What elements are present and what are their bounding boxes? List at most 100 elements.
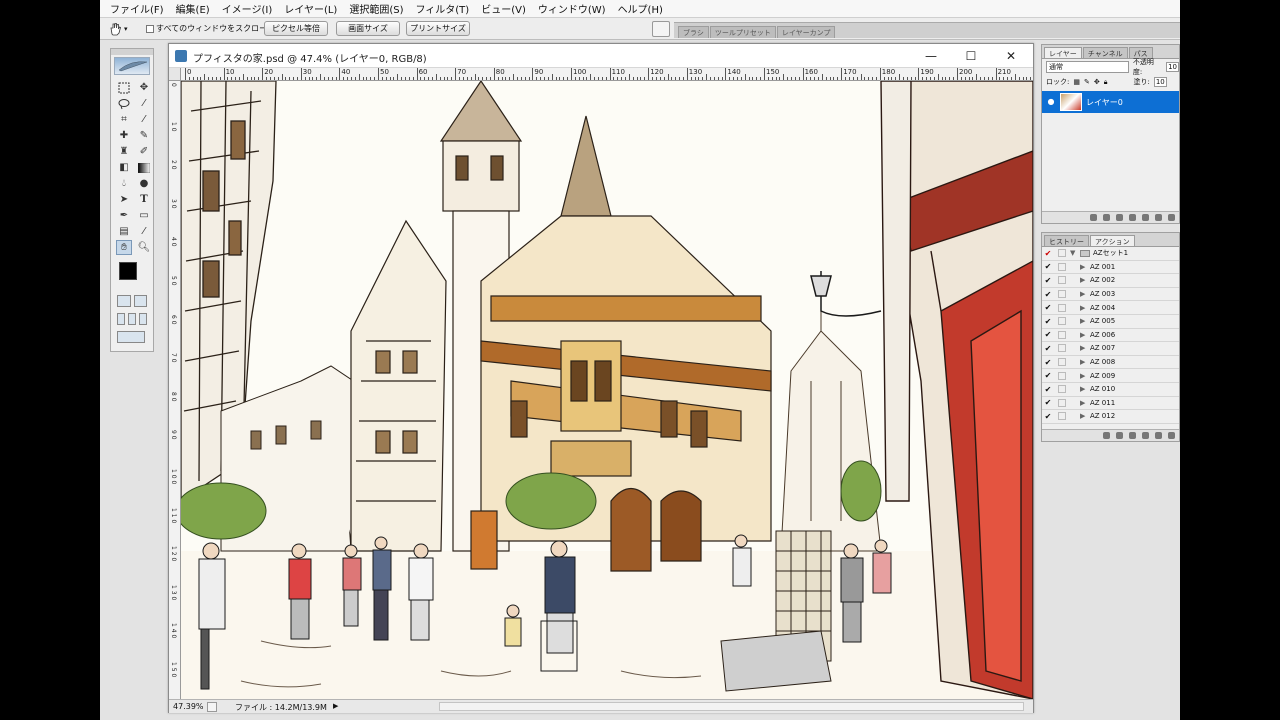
collapsed-triangle-icon[interactable]: ▶ xyxy=(1080,304,1090,312)
dialog-toggle-icon[interactable] xyxy=(1058,371,1066,380)
document-title-bar[interactable]: プフィスタの家.psd @ 47.4% (レイヤー0, RGB/8) — ☐ ✕ xyxy=(169,44,1033,68)
action-row[interactable]: ✔ ▶ AZ 003 xyxy=(1042,288,1179,302)
eraser-tool-icon[interactable]: ◧ xyxy=(116,160,132,175)
crop-tool-icon[interactable]: ⌗ xyxy=(116,112,132,127)
check-icon[interactable]: ✔ xyxy=(1042,303,1054,312)
menu-item[interactable]: ヘルプ(H) xyxy=(612,1,669,16)
pen-tool-icon[interactable]: ✒ xyxy=(116,208,132,223)
tab-actions[interactable]: アクション xyxy=(1090,235,1135,246)
tools-panel-header[interactable] xyxy=(111,49,153,55)
layer-row[interactable]: ● レイヤー0 xyxy=(1042,91,1179,113)
blur-tool-icon[interactable]: 💧︎ xyxy=(116,176,132,191)
collapsed-triangle-icon[interactable]: ▶ xyxy=(1080,263,1090,271)
check-icon[interactable]: ✔ xyxy=(1042,330,1054,339)
clone-stamp-tool-icon[interactable]: ♜ xyxy=(116,144,132,159)
dialog-toggle-icon[interactable] xyxy=(1058,276,1066,285)
horizontal-ruler[interactable]: 0 10 20 30 40 50 60 70 80 90 100 110 120 130 140 150 160… xyxy=(181,68,1033,81)
dialog-toggle-icon[interactable] xyxy=(1058,290,1066,299)
dock-tab-tool-presets[interactable]: ツールプリセット xyxy=(709,26,776,38)
menu-item[interactable]: 選択範囲(S) xyxy=(343,1,409,16)
quick-mask-mode-icon[interactable] xyxy=(133,295,147,307)
collapsed-triangle-icon[interactable]: ▶ xyxy=(1080,276,1090,284)
eyedropper-tool-icon[interactable]: ⁄ xyxy=(136,224,152,239)
close-icon[interactable]: ✕ xyxy=(999,48,1023,64)
dialog-toggle-icon[interactable] xyxy=(1058,385,1066,394)
type-tool-icon[interactable]: T xyxy=(136,192,152,207)
horizontal-scrollbar[interactable] xyxy=(439,702,1024,711)
menu-item[interactable]: ウィンドウ(W) xyxy=(532,1,612,16)
print-size-button[interactable]: プリントサイズ xyxy=(406,21,470,36)
shape-tool-icon[interactable]: ▭ xyxy=(136,208,152,223)
dock-tab-layer-comps[interactable]: レイヤーカンプ xyxy=(776,26,836,38)
dock-tab-brushes[interactable]: ブラシ xyxy=(678,26,709,38)
layer-mask-icon[interactable] xyxy=(1116,214,1123,221)
check-icon[interactable]: ✔ xyxy=(1042,412,1054,421)
actual-pixels-button[interactable]: ピクセル等倍 xyxy=(264,21,328,36)
menu-item[interactable]: ビュー(V) xyxy=(475,1,532,16)
new-group-icon[interactable] xyxy=(1142,214,1149,221)
check-icon[interactable]: ✔ xyxy=(1042,317,1054,326)
menu-item[interactable]: フィルタ(T) xyxy=(409,1,475,16)
stop-icon[interactable] xyxy=(1103,432,1110,439)
dialog-toggle-icon[interactable] xyxy=(1058,330,1066,339)
action-row[interactable]: ✔ ▶ AZ 011 xyxy=(1042,397,1179,411)
path-selection-tool-icon[interactable]: ➤ xyxy=(116,192,132,207)
action-row[interactable]: ✔ ▶ AZ 010 xyxy=(1042,383,1179,397)
zoom-tool-icon[interactable]: 🔍︎ xyxy=(136,240,152,255)
play-icon[interactable] xyxy=(1129,432,1136,439)
screen-mode-menubar-icon[interactable] xyxy=(128,313,136,325)
dialog-toggle-icon[interactable] xyxy=(1058,317,1066,326)
trash-icon[interactable] xyxy=(1168,432,1175,439)
photoshop-feather-logo[interactable] xyxy=(114,57,150,75)
screen-mode-full-icon[interactable] xyxy=(139,313,147,325)
action-row[interactable]: ✔ ▶ AZ 007 xyxy=(1042,342,1179,356)
dialog-toggle-icon[interactable] xyxy=(1058,262,1066,271)
fill-field[interactable]: 10 xyxy=(1153,77,1167,87)
check-icon[interactable]: ✔ xyxy=(1042,371,1054,380)
zoom-level[interactable]: 47.39% xyxy=(173,702,204,711)
action-row[interactable]: ✔ ▶ AZ 012 xyxy=(1042,410,1179,424)
palette-well-icon[interactable] xyxy=(652,21,670,37)
menu-item[interactable]: イメージ(I) xyxy=(216,1,279,16)
link-layers-icon[interactable] xyxy=(1090,214,1097,221)
gradient-tool-icon[interactable] xyxy=(136,160,152,175)
lock-image-icon[interactable]: ✎ xyxy=(1084,78,1090,86)
collapsed-triangle-icon[interactable]: ▶ xyxy=(1080,331,1090,339)
check-icon[interactable]: ✔ xyxy=(1042,262,1054,271)
menu-item[interactable]: 編集(E) xyxy=(170,1,216,16)
record-icon[interactable] xyxy=(1116,432,1123,439)
adjustment-layer-icon[interactable] xyxy=(1129,214,1136,221)
dialog-toggle-icon[interactable] xyxy=(1058,358,1066,367)
menu-item[interactable]: ファイル(F) xyxy=(104,1,170,16)
new-action-icon[interactable] xyxy=(1155,432,1162,439)
check-icon[interactable]: ✔ xyxy=(1042,344,1054,353)
action-row[interactable]: ✔ ▶ AZ 004 xyxy=(1042,301,1179,315)
action-row[interactable]: ✔ ▶ AZ 009 xyxy=(1042,369,1179,383)
expanded-triangle-icon[interactable]: ▼ xyxy=(1070,249,1080,257)
check-icon[interactable]: ✔ xyxy=(1042,358,1054,367)
eye-icon[interactable]: ● xyxy=(1046,97,1056,107)
opacity-field[interactable]: 10 xyxy=(1166,62,1179,72)
action-row[interactable]: ✔ ▶ AZ 006 xyxy=(1042,329,1179,343)
collapsed-triangle-icon[interactable]: ▶ xyxy=(1080,317,1090,325)
tab-channels[interactable]: チャンネル xyxy=(1082,47,1128,58)
lock-position-icon[interactable]: ✥ xyxy=(1094,78,1100,86)
check-icon[interactable]: ✔ xyxy=(1042,398,1054,407)
check-icon[interactable]: ✔ xyxy=(1042,249,1054,258)
lock-all-icon[interactable]: 🔒︎ xyxy=(1104,78,1108,87)
collapsed-triangle-icon[interactable]: ▶ xyxy=(1080,385,1090,393)
history-brush-tool-icon[interactable]: ✐ xyxy=(136,144,152,159)
foreground-color-swatch[interactable] xyxy=(119,262,137,280)
collapsed-triangle-icon[interactable]: ▶ xyxy=(1080,290,1090,298)
checkbox-box[interactable] xyxy=(146,24,154,33)
maximize-icon[interactable]: ☐ xyxy=(959,48,983,64)
collapsed-triangle-icon[interactable]: ▶ xyxy=(1080,344,1090,352)
action-row[interactable]: ✔ ▶ AZ 001 xyxy=(1042,261,1179,275)
action-row[interactable]: ✔ ▶ AZ 002 xyxy=(1042,274,1179,288)
fit-screen-button[interactable]: 画面サイズ xyxy=(336,21,400,36)
tab-layers[interactable]: レイヤー xyxy=(1044,47,1082,58)
check-icon[interactable]: ✔ xyxy=(1042,290,1054,299)
check-icon[interactable]: ✔ xyxy=(1042,385,1054,394)
image-canvas[interactable] xyxy=(181,81,1033,699)
screen-mode-standard-icon[interactable] xyxy=(117,313,125,325)
